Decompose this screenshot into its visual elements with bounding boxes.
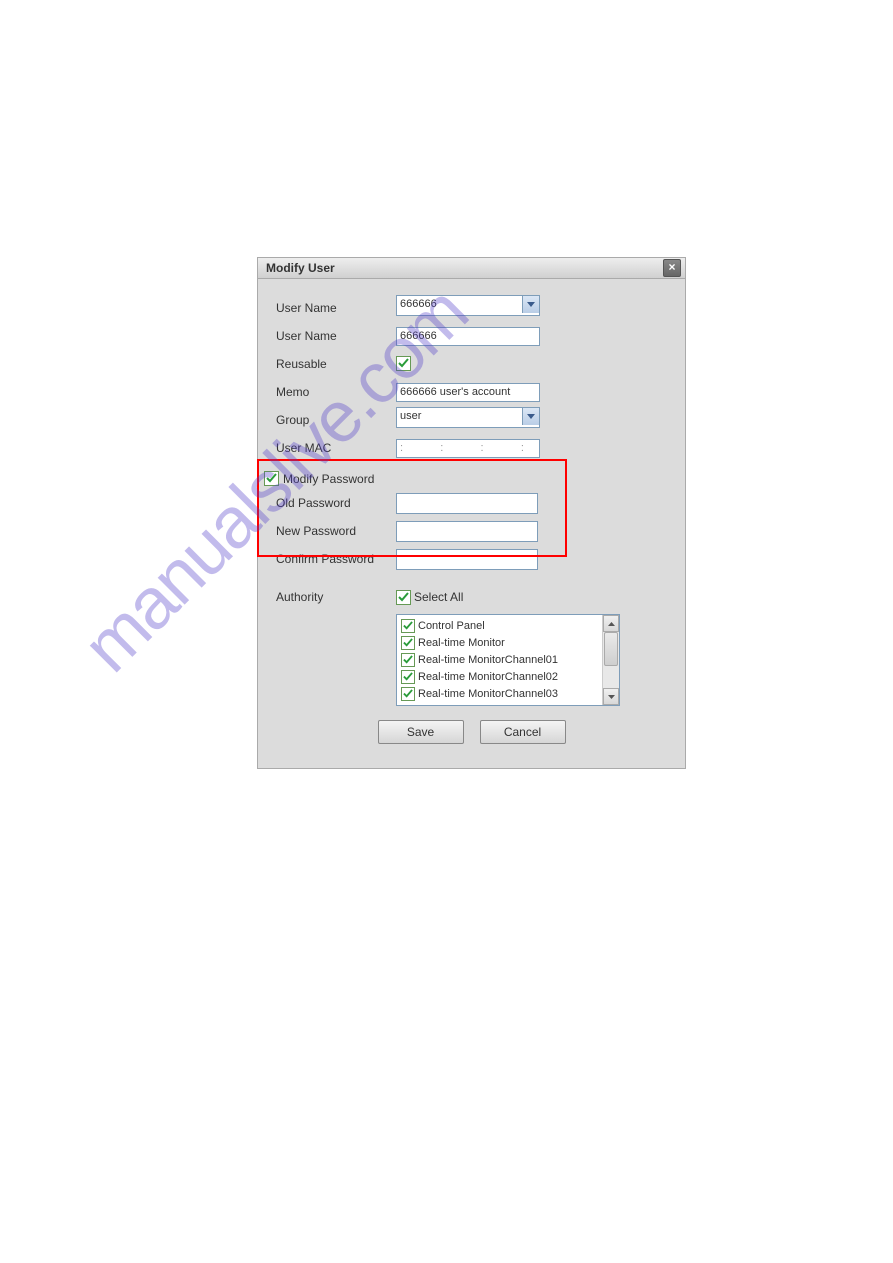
button-row: Save Cancel xyxy=(276,720,667,744)
authority-item-label: Control Panel xyxy=(418,620,485,632)
save-button[interactable]: Save xyxy=(378,720,464,744)
chevron-down-icon xyxy=(608,695,615,699)
label-authority: Authority xyxy=(276,590,396,604)
label-new-password: New Password xyxy=(276,524,396,538)
row-confirm-password: Confirm Password xyxy=(276,548,667,570)
cancel-button[interactable]: Cancel xyxy=(480,720,566,744)
row-new-password: New Password xyxy=(276,520,667,542)
reusable-checkbox[interactable] xyxy=(396,356,411,371)
modify-user-dialog: Modify User × User Name 666666 User Name xyxy=(257,257,686,769)
dialog-title: Modify User xyxy=(262,261,335,275)
row-group: Group user xyxy=(276,409,667,431)
row-reusable: Reusable xyxy=(276,353,667,375)
authority-item-checkbox[interactable] xyxy=(401,687,415,701)
row-user-name-text: User Name xyxy=(276,325,667,347)
authority-item-checkbox[interactable] xyxy=(401,670,415,684)
row-memo: Memo xyxy=(276,381,667,403)
authority-list-inner: Control Panel Real-time Monitor Real-tim… xyxy=(397,615,601,705)
user-name-select[interactable]: 666666 xyxy=(396,295,540,316)
authority-item-label: Real-time MonitorChannel01 xyxy=(418,654,558,666)
user-name-input[interactable] xyxy=(396,327,540,346)
select-all-checkbox[interactable] xyxy=(396,590,411,605)
scroll-down-button[interactable] xyxy=(603,688,619,705)
close-icon: × xyxy=(668,260,675,274)
dropdown-arrow-icon xyxy=(522,296,539,313)
label-old-password: Old Password xyxy=(276,496,396,510)
authority-item-checkbox[interactable] xyxy=(401,636,415,650)
group-select[interactable]: user xyxy=(396,407,540,428)
label-confirm-password: Confirm Password xyxy=(276,552,396,566)
label-group: Group xyxy=(276,413,396,427)
label-modify-password: Modify Password xyxy=(283,472,374,486)
authority-item[interactable]: Real-time Monitor xyxy=(401,634,597,651)
close-button[interactable]: × xyxy=(663,259,681,277)
label-user-mac: User MAC xyxy=(276,441,396,455)
user-name-select-value: 666666 xyxy=(400,298,437,310)
row-modify-password: Modify Password xyxy=(264,471,667,486)
memo-input[interactable] xyxy=(396,383,540,402)
authority-item-label: Real-time MonitorChannel02 xyxy=(418,671,558,683)
dialog-titlebar: Modify User × xyxy=(258,258,685,279)
row-old-password: Old Password xyxy=(276,492,667,514)
scrollbar[interactable] xyxy=(602,615,619,705)
authority-item-checkbox[interactable] xyxy=(401,619,415,633)
label-reusable: Reusable xyxy=(276,357,396,371)
label-user-name-select: User Name xyxy=(276,301,396,315)
scroll-up-button[interactable] xyxy=(603,615,619,632)
user-mac-input[interactable] xyxy=(396,439,540,458)
authority-item[interactable]: Real-time MonitorChannel03 xyxy=(401,685,597,702)
authority-item-label: Real-time Monitor xyxy=(418,637,505,649)
authority-listbox[interactable]: Control Panel Real-time Monitor Real-tim… xyxy=(396,614,620,706)
authority-item[interactable]: Real-time MonitorChannel02 xyxy=(401,668,597,685)
authority-item[interactable]: Control Panel xyxy=(401,617,597,634)
authority-item-label: Real-time MonitorChannel03 xyxy=(418,688,558,700)
label-memo: Memo xyxy=(276,385,396,399)
new-password-input[interactable] xyxy=(396,521,538,542)
group-select-value: user xyxy=(400,410,421,422)
password-section: Modify Password Old Password New Passwor… xyxy=(276,465,667,578)
modify-password-checkbox[interactable] xyxy=(264,471,279,486)
dropdown-arrow-icon xyxy=(522,408,539,425)
chevron-up-icon xyxy=(608,622,615,626)
row-authority: Authority Select All xyxy=(276,586,667,608)
scroll-thumb[interactable] xyxy=(604,632,618,666)
authority-item[interactable]: Real-time MonitorChannel01 xyxy=(401,651,597,668)
row-user-mac: User MAC xyxy=(276,437,667,459)
row-user-name-select: User Name 666666 xyxy=(276,297,667,319)
label-select-all: Select All xyxy=(414,590,463,604)
old-password-input[interactable] xyxy=(396,493,538,514)
label-user-name-text: User Name xyxy=(276,329,396,343)
authority-item-checkbox[interactable] xyxy=(401,653,415,667)
confirm-password-input[interactable] xyxy=(396,549,538,570)
dialog-body: User Name 666666 User Name Reusable xyxy=(258,279,685,768)
